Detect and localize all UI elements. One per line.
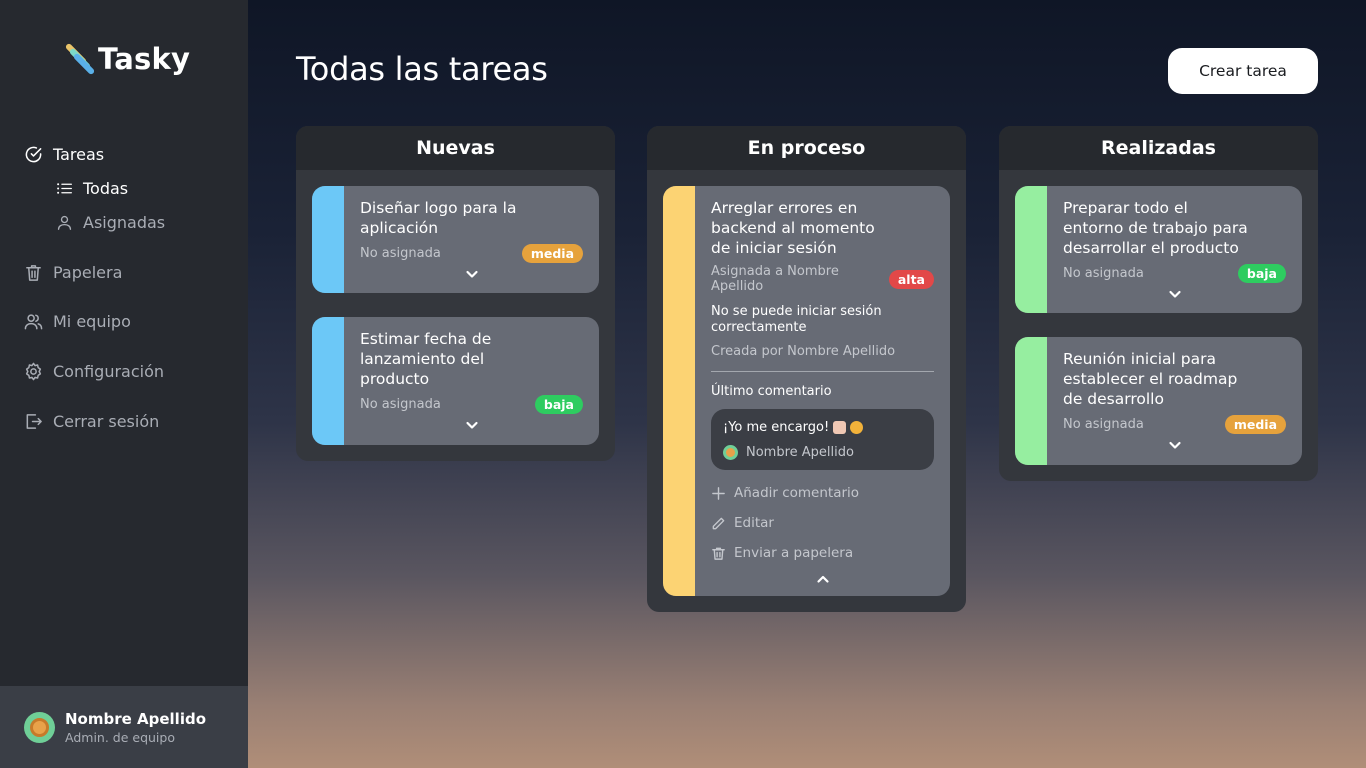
chevron-down-icon: [1168, 441, 1181, 449]
expand-button[interactable]: [360, 267, 583, 283]
task-card[interactable]: Diseñar logo para la aplicación No asign…: [312, 186, 599, 293]
profile-name: Nombre Apellido: [65, 709, 207, 728]
column-en-proceso: En proceso Arreglar errores en backend a…: [647, 126, 966, 612]
trash-icon: [26, 264, 41, 281]
status-stripe: [1015, 337, 1047, 465]
column-realizadas: Realizadas Preparar todo el entorno de t…: [999, 126, 1318, 481]
chevron-up-icon: [816, 575, 829, 583]
sidebar-item-label: Mi equipo: [53, 311, 131, 331]
pencil-icon: [712, 517, 725, 529]
sidebar-item-asignadas[interactable]: Asignadas: [56, 210, 165, 234]
sidebar-item-label: Asignadas: [83, 212, 166, 232]
page-title: Todas las tareas: [296, 50, 548, 88]
sidebar-item-label: Papelera: [53, 262, 123, 282]
task-created-by: Creada por Nombre Apellido: [711, 344, 896, 359]
create-task-button[interactable]: Crear tarea: [1168, 48, 1318, 94]
sidebar: Tasky Tareas Todas Asignadas Papelera Mi…: [0, 0, 248, 768]
add-comment-button[interactable]: Añadir comentario: [711, 484, 934, 502]
task-title: Reunión inicial para establecer el roadm…: [1063, 350, 1238, 408]
comment-bubble: ¡Yo me encargo! Nombre Apellido: [711, 409, 934, 470]
status-stripe: [663, 186, 695, 596]
task-card[interactable]: Reunión inicial para establecer el roadm…: [1015, 337, 1302, 465]
task-assignee: No asignada: [360, 397, 441, 412]
task-title: Estimar fecha de lanzamiento del product…: [360, 330, 492, 388]
sidebar-item-label: Todas: [83, 178, 129, 198]
edit-button[interactable]: Editar: [711, 514, 934, 532]
task-assignee: Asignada a Nombre Apellido: [711, 264, 839, 294]
priority-badge: baja: [1237, 264, 1286, 283]
priority-badge: media: [1224, 415, 1286, 434]
avatar: [24, 711, 55, 743]
sidebar-item-todas[interactable]: Todas: [56, 176, 128, 200]
column-title: Realizadas: [999, 126, 1318, 170]
sidebar-item-cerrar-sesion[interactable]: Cerrar sesión: [24, 409, 159, 433]
task-card[interactable]: Preparar todo el entorno de trabajo para…: [1015, 186, 1302, 313]
sidebar-item-mi-equipo[interactable]: Mi equipo: [24, 309, 131, 333]
task-assignee: No asignada: [1063, 266, 1144, 281]
check-circle-icon: [25, 146, 42, 162]
last-comment-label: Último comentario: [711, 384, 832, 399]
task-title: Arreglar errores en backend al momento d…: [711, 199, 875, 257]
add-comment-label: Añadir comentario: [734, 485, 860, 501]
task-card-expanded[interactable]: Arreglar errores en backend al momento d…: [663, 186, 950, 596]
app-logo[interactable]: Tasky: [64, 42, 190, 76]
list-icon: [57, 182, 72, 194]
lion-avatar-icon: [30, 717, 49, 737]
sunglasses-emoji-icon: [850, 421, 864, 434]
avatar: [723, 445, 738, 460]
plus-icon: [712, 486, 725, 500]
divider: [711, 371, 934, 372]
expand-button[interactable]: [360, 418, 583, 434]
comment-text: ¡Yo me encargo!: [723, 420, 830, 435]
edit-label: Editar: [734, 515, 774, 531]
status-stripe: [1015, 186, 1047, 313]
expand-button[interactable]: [1063, 287, 1286, 303]
task-card[interactable]: Estimar fecha de lanzamiento del product…: [312, 317, 599, 445]
comment-author: Nombre Apellido: [746, 445, 854, 460]
expand-button[interactable]: [1063, 438, 1286, 454]
logout-icon: [26, 413, 42, 429]
sidebar-item-tareas[interactable]: Tareas: [24, 142, 104, 166]
sidebar-item-label: Tareas: [53, 144, 105, 164]
app-name: Tasky: [98, 42, 191, 76]
send-to-trash-label: Enviar a papelera: [734, 545, 854, 561]
column-title: En proceso: [647, 126, 966, 170]
sidebar-item-papelera[interactable]: Papelera: [24, 260, 122, 284]
task-description: No se puede iniciar sesión correctamente: [711, 304, 882, 335]
status-stripe: [312, 186, 344, 293]
send-to-trash-button[interactable]: Enviar a papelera: [711, 544, 934, 562]
trash-icon: [712, 547, 725, 560]
logo-icon: [64, 42, 96, 76]
team-icon: [24, 313, 43, 329]
sidebar-item-label: Cerrar sesión: [53, 411, 160, 431]
sidebar-item-label: Configuración: [53, 361, 165, 381]
chevron-down-icon: [465, 421, 478, 429]
gear-icon: [25, 362, 42, 380]
profile-role: Admin. de equipo: [65, 729, 175, 745]
status-stripe: [312, 317, 344, 445]
user-icon: [57, 215, 72, 230]
column-nuevas: Nuevas Diseñar logo para la aplicación N…: [296, 126, 615, 461]
task-assignee: No asignada: [1063, 417, 1144, 432]
priority-badge: alta: [888, 269, 934, 289]
priority-badge: media: [521, 244, 583, 263]
task-title: Diseñar logo para la aplicación: [360, 199, 517, 237]
chevron-down-icon: [465, 270, 478, 278]
task-title: Preparar todo el entorno de trabajo para…: [1063, 199, 1248, 257]
flexed-biceps-emoji-icon: [833, 421, 847, 434]
user-profile[interactable]: Nombre Apellido Admin. de equipo: [0, 686, 248, 768]
chevron-down-icon: [1168, 290, 1181, 298]
sidebar-item-configuracion[interactable]: Configuración: [24, 359, 164, 383]
collapse-button[interactable]: [711, 572, 934, 588]
column-title: Nuevas: [296, 126, 615, 170]
task-assignee: No asignada: [360, 246, 441, 261]
priority-badge: baja: [534, 395, 583, 414]
